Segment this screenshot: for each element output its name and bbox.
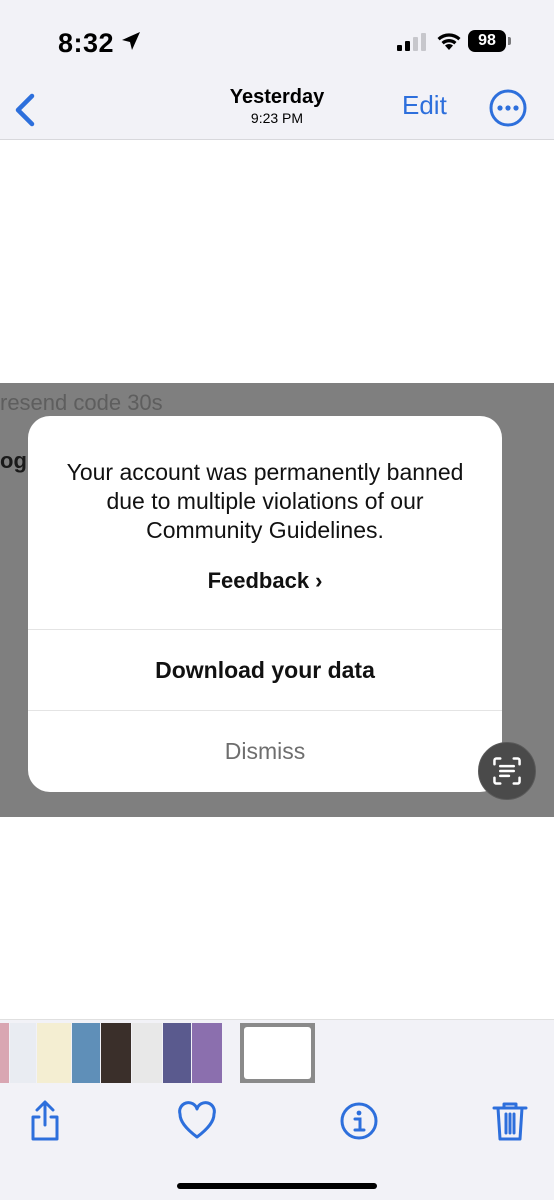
status-bar: 8:32 98 [0, 0, 554, 84]
ban-dialog: Your account was permanently banned due … [28, 416, 502, 792]
photo-viewer: 8:32 98 Yesterday 9:23 PM Edit resend co… [0, 0, 554, 1200]
background-resend-text: resend code 30s [0, 390, 163, 415]
battery-indicator: 98 [468, 30, 506, 52]
edit-button[interactable]: Edit [402, 90, 447, 121]
live-text-icon[interactable] [478, 742, 536, 800]
nav-bar: Yesterday 9:23 PM Edit [0, 84, 554, 140]
location-arrow-icon [122, 32, 140, 50]
ellipsis-circle-icon[interactable] [488, 88, 528, 128]
share-icon[interactable] [25, 1099, 65, 1143]
battery-tip [508, 37, 511, 45]
feedback-label: Feedback [207, 568, 310, 593]
dialog-divider [28, 710, 502, 711]
cellular-signal-icon [397, 33, 426, 51]
thumbnail[interactable] [132, 1023, 162, 1083]
status-time: 8:32 [58, 28, 115, 58]
nav-title: Yesterday [229, 86, 325, 108]
feedback-link: Feedback › [28, 568, 502, 594]
background-og-text: og [0, 448, 27, 473]
thumbnail[interactable] [0, 1023, 9, 1083]
wifi-icon [437, 33, 461, 50]
home-indicator [177, 1183, 377, 1189]
dismiss-option: Dismiss [224, 738, 306, 764]
thumbnail[interactable] [163, 1023, 191, 1083]
thumbnail[interactable] [72, 1023, 100, 1083]
thumbnail[interactable] [37, 1023, 71, 1083]
dialog-divider [28, 629, 502, 630]
download-data-option: Download your data [155, 657, 375, 683]
info-icon[interactable] [339, 1099, 379, 1143]
trash-icon[interactable] [490, 1099, 530, 1143]
thumbnail[interactable] [10, 1023, 36, 1083]
thumbnail-selected[interactable] [240, 1023, 315, 1083]
dialog-message: Your account was permanently banned due … [66, 459, 464, 543]
heart-icon[interactable] [177, 1099, 217, 1143]
thumbnail[interactable] [101, 1023, 131, 1083]
chevron-right-icon: › [315, 568, 323, 593]
thumbnail[interactable] [192, 1023, 222, 1083]
thumbnail-selected-preview [244, 1027, 311, 1079]
thumbnail-strip[interactable] [0, 1019, 554, 1085]
nav-subtitle: 9:23 PM [250, 110, 304, 126]
bottom-toolbar [0, 1085, 554, 1200]
